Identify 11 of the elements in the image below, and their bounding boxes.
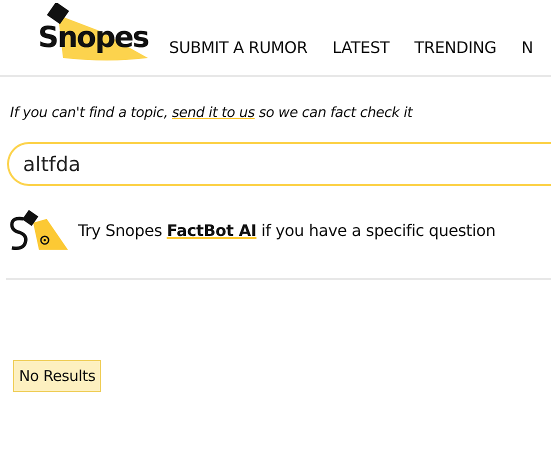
search-field[interactable]: altfda xyxy=(7,142,551,186)
link[interactable]: FactBot AI xyxy=(166,221,256,240)
nav-link[interactable]: LATEST xyxy=(332,38,390,57)
factbot-icon xyxy=(8,209,68,252)
link[interactable]: send it to us xyxy=(172,105,255,121)
factbot-prompt: Try Snopes FactBot AI if you have a specific question xyxy=(78,221,496,240)
nav-link[interactable]: TRENDING xyxy=(414,38,496,57)
nav-link[interactable]: SUBMIT A RUMOR xyxy=(169,38,308,57)
nav-link[interactable]: N xyxy=(521,38,534,57)
intro-text: If you can't find a topic, send it to us so we can fact check it xyxy=(10,105,414,121)
no-results-message: No Results xyxy=(13,360,102,392)
